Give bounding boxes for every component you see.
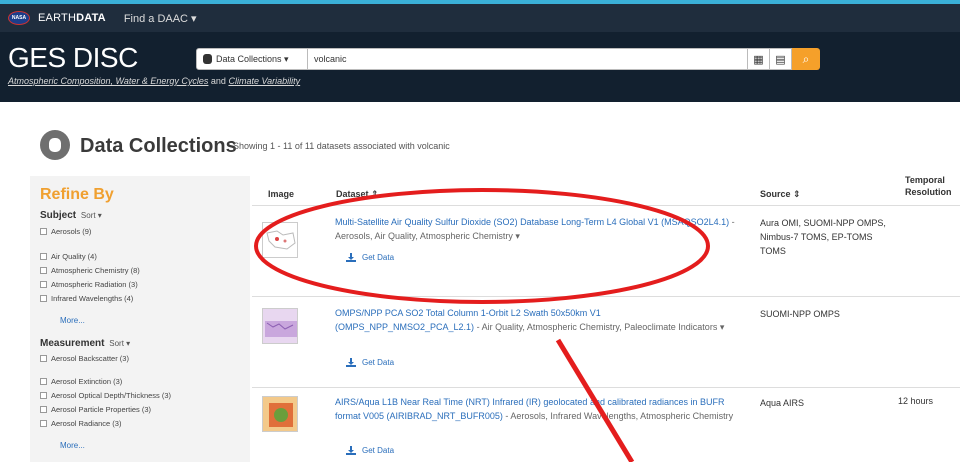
download-icon xyxy=(346,253,356,262)
facet-checkbox[interactable]: Aerosol Radiance (3) xyxy=(40,419,121,428)
dataset-source: SUOMI-NPP OMPS xyxy=(760,309,840,319)
facet-label: Aerosol Radiance (3) xyxy=(51,419,122,428)
facet-checkbox[interactable]: Infrared Wavelengths (4) xyxy=(40,294,133,303)
row-divider xyxy=(252,296,960,297)
data-collections-icon xyxy=(40,130,70,160)
facet-subject-label: Subject xyxy=(40,210,77,221)
brand-data: DATA xyxy=(76,12,106,24)
dataset-source: Aura OMI, SUOMI-NPP OMPS, Nimbus-7 TOMS,… xyxy=(760,218,886,256)
temporal-header-line1: Temporal xyxy=(905,175,945,185)
site-title[interactable]: GES DISC xyxy=(8,42,138,74)
collection-type-label: Data Collections ▾ xyxy=(216,53,289,64)
header-divider xyxy=(252,205,960,206)
facet-checkbox[interactable]: Air Quality (4) xyxy=(40,252,97,261)
get-data-label: Get Data xyxy=(362,253,395,262)
search-input[interactable] xyxy=(308,48,748,70)
tagline-and: and xyxy=(208,76,229,86)
download-icon xyxy=(346,446,356,455)
dataset-tags: - Air Quality, Atmospheric Chemistry, Pa… xyxy=(474,322,725,332)
dataset-thumbnail[interactable] xyxy=(262,222,298,258)
search-icon: ⌕ xyxy=(802,51,810,66)
row-divider xyxy=(252,387,960,388)
dataset-title-link[interactable]: Multi-Satellite Air Quality Sulfur Dioxi… xyxy=(335,215,735,243)
get-data-label: Get Data xyxy=(362,358,395,367)
site-header: GES DISC Atmospheric Composition, Water … xyxy=(0,32,960,102)
facet-label: Aerosols (9) xyxy=(51,227,92,236)
column-header-image: Image xyxy=(268,189,295,199)
dataset-source: Aqua AIRS xyxy=(760,398,805,408)
site-tagline: Atmospheric Composition, Water & Energy … xyxy=(8,76,300,86)
facet-subject-sort[interactable]: Sort ▾ xyxy=(81,211,102,220)
facet-measurement-more[interactable]: More... xyxy=(60,441,85,450)
facet-label: Aerosol Extinction (3) xyxy=(51,377,123,386)
search-bar: Data Collections ▾ ▦ ▤ ⌕ xyxy=(196,48,820,70)
dataset-thumbnail[interactable] xyxy=(262,308,298,344)
get-data-button[interactable]: Get Data xyxy=(346,446,394,455)
collection-type-select[interactable]: Data Collections ▾ xyxy=(196,48,308,70)
facet-checkbox[interactable]: Atmospheric Radiation (3) xyxy=(40,280,138,289)
temporal-header-line2: Resolution xyxy=(905,187,952,197)
facet-subject-more[interactable]: More... xyxy=(60,316,85,325)
results-count: Showing 1 - 11 of 11 datasets associated… xyxy=(233,141,450,151)
dataset-temporal: 12 hours xyxy=(898,396,934,406)
facet-checkbox[interactable]: Aerosol Particle Properties (3) xyxy=(40,405,151,414)
annotation-ellipse xyxy=(254,188,710,304)
column-header-temporal[interactable]: Temporal Resolution xyxy=(905,174,952,198)
download-icon xyxy=(346,358,356,367)
facet-checkbox[interactable]: Aerosol Optical Depth/Thickness (3) xyxy=(40,391,171,400)
dataset-title-link[interactable]: OMPS/NPP PCA SO2 Total Column 1-Orbit L2… xyxy=(335,306,735,334)
facet-label: Aerosol Backscatter (3) xyxy=(51,354,129,363)
brand-earth: EARTH xyxy=(38,12,77,24)
column-header-dataset[interactable]: Dataset ⇕ xyxy=(336,189,379,200)
get-data-label: Get Data xyxy=(362,446,395,455)
dataset-tags: - Aerosols, Infrared Wavelengths, Atmosp… xyxy=(502,411,734,421)
facet-subject-title: Subject Sort ▾ xyxy=(40,210,102,221)
tagline-link-2[interactable]: Climate Variability xyxy=(228,76,300,86)
facet-checkbox[interactable]: Aerosol Extinction (3) xyxy=(40,377,122,386)
get-data-button[interactable]: Get Data xyxy=(346,358,394,367)
dataset-thumbnail[interactable] xyxy=(262,396,298,432)
refine-heading: Refine By xyxy=(40,186,114,203)
facet-checkbox[interactable]: Atmospheric Chemistry (8) xyxy=(40,266,140,275)
page-title: Data Collections xyxy=(80,135,237,157)
facet-checkbox[interactable]: Aerosols (9) xyxy=(40,227,91,236)
database-icon xyxy=(203,54,212,64)
tagline-link-1[interactable]: Atmospheric Composition, Water & Energy … xyxy=(8,76,208,86)
facet-label: Atmospheric Chemistry (8) xyxy=(51,266,140,275)
search-button[interactable]: ⌕ xyxy=(792,48,820,70)
facet-label: Infrared Wavelengths (4) xyxy=(51,294,134,303)
calendar-icon[interactable]: ▦ xyxy=(748,48,770,70)
facet-label: Air Quality (4) xyxy=(51,252,97,261)
find-daac-menu[interactable]: Find a DAAC ▾ xyxy=(124,12,197,25)
dataset-title[interactable]: Multi-Satellite Air Quality Sulfur Dioxi… xyxy=(335,217,729,227)
facet-label: Aerosol Optical Depth/Thickness (3) xyxy=(51,391,172,400)
nasa-logo[interactable]: NASA xyxy=(8,11,30,25)
top-navbar: NASA EARTHDATA Find a DAAC ▾ xyxy=(0,0,960,32)
facet-measurement-sort[interactable]: Sort ▾ xyxy=(109,339,130,348)
facet-label: Aerosol Particle Properties (3) xyxy=(51,405,152,414)
map-icon[interactable]: ▤ xyxy=(770,48,792,70)
facet-checkbox[interactable]: Aerosol Backscatter (3) xyxy=(40,354,129,363)
facet-label: Atmospheric Radiation (3) xyxy=(51,280,138,289)
facet-measurement-label: Measurement xyxy=(40,338,105,349)
column-header-source[interactable]: Source ⇕ xyxy=(760,189,801,200)
facet-measurement-title: Measurement Sort ▾ xyxy=(40,338,130,349)
earthdata-brand[interactable]: EARTHDATA xyxy=(38,12,106,24)
dataset-title-link[interactable]: AIRS/Aqua L1B Near Real Time (NRT) Infra… xyxy=(335,395,735,423)
get-data-button[interactable]: Get Data xyxy=(346,253,394,262)
